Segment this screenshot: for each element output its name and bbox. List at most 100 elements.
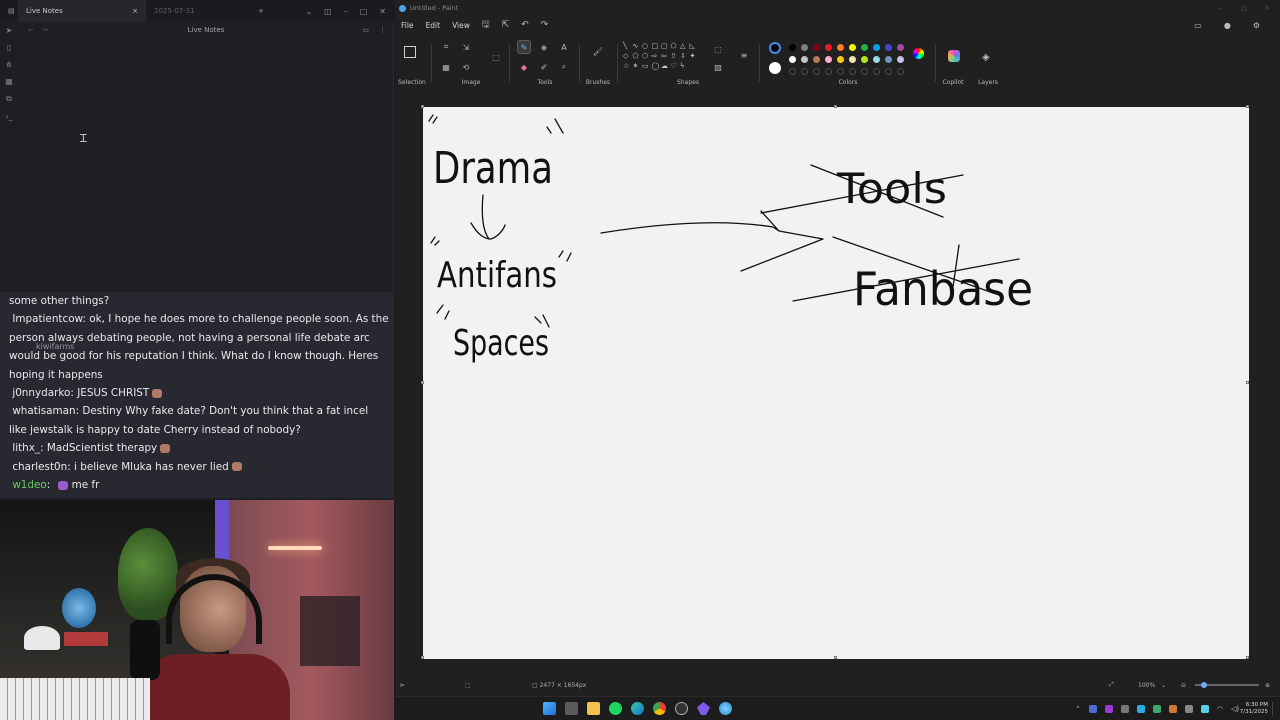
- color-swatch[interactable]: [813, 44, 820, 51]
- resize-handle[interactable]: [421, 381, 424, 384]
- triangle-shape-icon[interactable]: △: [680, 42, 690, 52]
- calendar-icon[interactable]: ▦: [5, 77, 13, 86]
- color-swatch[interactable]: [897, 44, 904, 51]
- arrow-down-icon[interactable]: ⇩: [680, 52, 690, 62]
- arrow-left-icon[interactable]: ⇦: [661, 52, 671, 62]
- resize-handle[interactable]: [1246, 105, 1249, 108]
- callout-rect-icon[interactable]: ▭: [642, 62, 652, 72]
- zoom-select[interactable]: 100% ⌄: [1138, 682, 1166, 689]
- line-shape-icon[interactable]: ╲: [623, 42, 633, 52]
- pentagon-shape-icon[interactable]: ⬠: [633, 52, 643, 62]
- terminal-icon[interactable]: ›_: [5, 112, 12, 121]
- arrow-up-icon[interactable]: ⇧: [671, 52, 681, 62]
- zoom-in-icon[interactable]: ⊕: [1265, 682, 1270, 689]
- color-swatch[interactable]: [825, 44, 832, 51]
- layers-icon[interactable]: ◈: [982, 52, 990, 63]
- custom-color-slot[interactable]: [861, 68, 868, 75]
- volume-icon[interactable]: ◁): [1231, 705, 1239, 713]
- color-swatch[interactable]: [825, 56, 832, 63]
- resize-handle[interactable]: [421, 105, 424, 108]
- color-swatch[interactable]: [885, 44, 892, 51]
- file-icon[interactable]: ▯: [7, 43, 11, 52]
- shapes-gallery[interactable]: ╲ ∿ ○ □ ▢ ⬠ △ ◺ ◇ ⬠ ⬡ ⇨ ⇦ ⇧ ⇩ ✦ ☆ ✶ ▭ ◯ ☁ ♡ ϟ: [623, 42, 699, 76]
- color-swatch[interactable]: [801, 56, 808, 63]
- clock[interactable]: 6:30 PM 7/31/2025: [1240, 702, 1268, 716]
- star5-icon[interactable]: ☆: [623, 62, 633, 72]
- chat-username[interactable]: whatisaman: [12, 405, 75, 417]
- heart-icon[interactable]: ♡: [671, 62, 681, 72]
- menu-edit[interactable]: Edit: [420, 21, 447, 30]
- share-icon[interactable]: ⇱: [496, 20, 516, 30]
- star6-icon[interactable]: ✶: [633, 62, 643, 72]
- custom-color-slot[interactable]: [849, 68, 856, 75]
- obsidian-icon[interactable]: [697, 702, 710, 715]
- color-swatch[interactable]: [897, 56, 904, 63]
- secondary-color[interactable]: [769, 62, 781, 74]
- undo-icon[interactable]: ↶: [515, 20, 535, 30]
- arrow-right-icon[interactable]: ⇨: [652, 52, 662, 62]
- polygon-shape-icon[interactable]: ⬠: [671, 42, 681, 52]
- new-tab-button[interactable]: +: [250, 0, 272, 22]
- chrome-icon[interactable]: [653, 702, 666, 715]
- fill-shape-icon[interactable]: ▨: [711, 60, 725, 74]
- rotate-icon[interactable]: ⟲: [459, 60, 473, 74]
- custom-color-slot[interactable]: [825, 68, 832, 75]
- resize-icon[interactable]: ⇲: [459, 40, 473, 54]
- brush-icon[interactable]: 🖌: [591, 44, 605, 58]
- send-icon[interactable]: ➤: [6, 26, 13, 35]
- tray-app-icon[interactable]: [1088, 704, 1097, 713]
- chevron-up-icon[interactable]: ⌃: [1075, 705, 1081, 713]
- diamond-shape-icon[interactable]: ◇: [623, 52, 633, 62]
- edit-colors-icon[interactable]: [913, 48, 924, 59]
- zoom-slider-thumb[interactable]: [1201, 682, 1207, 688]
- chat-username[interactable]: j0nnydarko: [12, 387, 70, 399]
- color-swatch[interactable]: [849, 44, 856, 51]
- text-icon[interactable]: A: [557, 40, 571, 54]
- color-swatch[interactable]: [837, 56, 844, 63]
- settings-icon[interactable]: [675, 702, 688, 715]
- minimize-icon[interactable]: –: [344, 7, 348, 16]
- tab-2025-07-31[interactable]: 2025-07-31: [146, 0, 250, 22]
- start-icon[interactable]: [543, 702, 556, 715]
- account-icon[interactable]: ●: [1218, 21, 1237, 30]
- resize-handle[interactable]: [834, 656, 837, 659]
- outline-icon[interactable]: ⬚: [711, 42, 725, 56]
- tray-app-icon[interactable]: [1184, 704, 1193, 713]
- tray-app-icon[interactable]: [1168, 704, 1177, 713]
- shape-size-icon[interactable]: ≡: [737, 48, 751, 62]
- spotify-icon[interactable]: [609, 702, 622, 715]
- rect-shape-icon[interactable]: □: [652, 42, 662, 52]
- crop-icon[interactable]: ⌗: [439, 40, 453, 54]
- edge-icon[interactable]: [631, 702, 644, 715]
- callout-cloud-icon[interactable]: ☁: [661, 62, 671, 72]
- tray-app-icon[interactable]: [1200, 704, 1209, 713]
- right-triangle-icon[interactable]: ◺: [690, 42, 700, 52]
- color-picker-icon[interactable]: ✐: [537, 60, 551, 74]
- sidebar-toggle-icon[interactable]: ▤: [0, 0, 18, 22]
- selection-icon[interactable]: [404, 46, 416, 58]
- roundrect-shape-icon[interactable]: ▢: [661, 42, 671, 52]
- tray-app-icon[interactable]: [1120, 704, 1129, 713]
- hexagon-shape-icon[interactable]: ⬡: [642, 52, 652, 62]
- wifi-icon[interactable]: ◠: [1217, 705, 1223, 713]
- tray-app-icon[interactable]: [1104, 704, 1113, 713]
- chat-username[interactable]: w1deo: [12, 479, 46, 491]
- drawing-canvas[interactable]: Drama Tools Antifans Fanbase Spaces: [421, 105, 1249, 659]
- resize-handle[interactable]: [1246, 656, 1249, 659]
- remove-bg-icon[interactable]: ⬚: [489, 50, 503, 64]
- file-explorer-icon[interactable]: [587, 702, 600, 715]
- custom-color-slot[interactable]: [789, 68, 796, 75]
- chevron-down-icon[interactable]: ⌄: [305, 7, 312, 16]
- save-icon[interactable]: 🖫: [476, 17, 496, 33]
- color-swatch[interactable]: [861, 56, 868, 63]
- fill-icon[interactable]: ◈: [537, 40, 551, 54]
- chat-username[interactable]: Impatientcow: [12, 313, 82, 325]
- settings-icon[interactable]: ⚙: [1247, 21, 1266, 30]
- close-icon[interactable]: ×: [132, 7, 138, 15]
- resize-handle[interactable]: [421, 656, 424, 659]
- zoom-out-icon[interactable]: ⊖: [1181, 682, 1186, 689]
- curve-shape-icon[interactable]: ∿: [633, 42, 643, 52]
- graph-icon[interactable]: ⋔: [6, 60, 13, 69]
- fit-icon[interactable]: ⤢: [1109, 681, 1114, 689]
- close-window-icon[interactable]: ✕: [1265, 4, 1270, 12]
